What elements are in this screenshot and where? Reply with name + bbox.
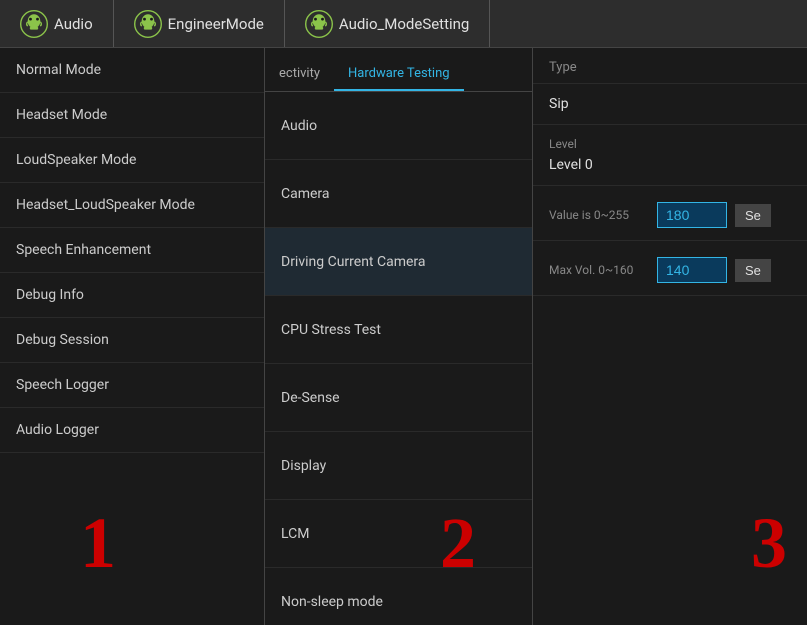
tabs-row: ectivity Hardware Testing [265, 48, 532, 92]
value-input-field[interactable] [657, 202, 727, 228]
list-item-display[interactable]: Display [265, 432, 532, 500]
app-bar-audiomode[interactable]: Audio_ModeSetting [285, 0, 491, 47]
sidebar-item-normal-mode[interactable]: Normal Mode [0, 48, 264, 93]
list-item-driving-current-camera[interactable]: Driving Current Camera [265, 228, 532, 296]
sidebar-item-headset-loudspeaker-mode[interactable]: Headset_LoudSpeaker Mode [0, 183, 264, 228]
list-item-lcm[interactable]: LCM [265, 500, 532, 568]
max-vol-label: Max Vol. 0~160 [549, 263, 649, 277]
app-bar-engineer-label: EngineerMode [168, 15, 264, 33]
middle-panel: ectivity Hardware Testing Audio Camera D… [265, 48, 533, 625]
right-section-level: Level Level 0 [533, 125, 807, 186]
list-item-non-sleep-mode[interactable]: Non-sleep mode [265, 568, 532, 625]
tab-hardware-testing[interactable]: Hardware Testing [334, 58, 464, 91]
max-vol-input-row: Max Vol. 0~160 Se [549, 257, 791, 283]
value-input-row: Value is 0~255 Se [549, 202, 791, 228]
main-layout: Normal Mode Headset Mode LoudSpeaker Mod… [0, 48, 807, 625]
list-item-cpu-stress-test[interactable]: CPU Stress Test [265, 296, 532, 364]
app-bar-audio[interactable]: Audio [0, 0, 114, 47]
left-panel: Normal Mode Headset Mode LoudSpeaker Mod… [0, 48, 265, 625]
right-section-max-vol: Max Vol. 0~160 Se [533, 241, 807, 296]
sidebar-item-debug-info[interactable]: Debug Info [0, 273, 264, 318]
list-item-audio[interactable]: Audio [265, 92, 532, 160]
app-bar-engineer[interactable]: EngineerMode [114, 0, 285, 47]
list-item-de-sense[interactable]: De-Sense [265, 364, 532, 432]
android-icon-audio [20, 10, 48, 38]
app-bar-audio-label: Audio [54, 15, 93, 33]
level-value: Level 0 [549, 157, 791, 173]
sidebar-item-speech-enhancement[interactable]: Speech Enhancement [0, 228, 264, 273]
max-vol-input-field[interactable] [657, 257, 727, 283]
app-bar: Audio EngineerMode Audio_ModeSetting [0, 0, 807, 48]
app-bar-audiomode-label: Audio_ModeSetting [339, 15, 470, 33]
android-icon-engineer [134, 10, 162, 38]
sidebar-item-debug-session[interactable]: Debug Session [0, 318, 264, 363]
sidebar-item-audio-logger[interactable]: Audio Logger [0, 408, 264, 453]
value-set-button[interactable]: Se [735, 204, 771, 227]
sidebar-item-loudspeaker-mode[interactable]: LoudSpeaker Mode [0, 138, 264, 183]
right-section-sip: Sip [533, 84, 807, 125]
type-header: Type [533, 48, 807, 84]
tab-activity[interactable]: ectivity [265, 58, 334, 91]
max-vol-set-button[interactable]: Se [735, 259, 771, 282]
sidebar-item-speech-logger[interactable]: Speech Logger [0, 363, 264, 408]
right-section-value-input: Value is 0~255 Se [533, 186, 807, 241]
right-panel: Type Sip Level Level 0 Value is 0~255 Se… [533, 48, 807, 625]
value-input-label: Value is 0~255 [549, 208, 649, 222]
android-icon-audiomode [305, 10, 333, 38]
sip-value: Sip [549, 96, 791, 112]
level-label: Level [549, 137, 791, 151]
list-item-camera[interactable]: Camera [265, 160, 532, 228]
sidebar-item-headset-mode[interactable]: Headset Mode [0, 93, 264, 138]
